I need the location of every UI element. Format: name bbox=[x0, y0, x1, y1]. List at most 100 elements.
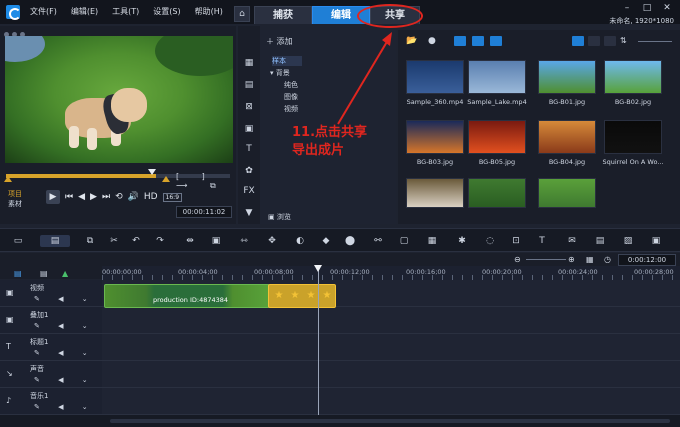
text-tool-icon[interactable]: T bbox=[536, 235, 548, 247]
media-thumb[interactable] bbox=[604, 120, 662, 154]
timeline-view-icon[interactable]: ▤ bbox=[40, 235, 70, 247]
video-clip[interactable]: production ID:4874384 bbox=[104, 284, 270, 308]
image-icon[interactable]: ▨ bbox=[622, 235, 634, 247]
clock-icon[interactable]: ◷ bbox=[604, 255, 611, 264]
fx-icon[interactable]: FX bbox=[243, 186, 255, 198]
sort-icon[interactable]: ⇅ bbox=[620, 36, 632, 46]
media-thumb[interactable] bbox=[468, 178, 526, 208]
split-screen-icon[interactable]: ▤ bbox=[594, 235, 606, 247]
menu-tools[interactable]: 工具(T) bbox=[112, 6, 139, 17]
redo-icon[interactable]: ↷ bbox=[154, 235, 166, 247]
undo-icon[interactable]: ↶ bbox=[130, 235, 142, 247]
media-thumb[interactable] bbox=[468, 60, 526, 94]
track-overlay[interactable]: ▣ 叠加1 ✎ ◀ ⌄ bbox=[0, 307, 102, 334]
tree-background[interactable]: ▾ 背景 bbox=[270, 68, 290, 78]
copy-icon[interactable]: ⧉ bbox=[84, 235, 96, 247]
motion-icon[interactable]: ✥ bbox=[266, 235, 278, 247]
tab-capture[interactable]: 捕获 bbox=[254, 6, 312, 24]
hd-label[interactable]: HD bbox=[144, 192, 158, 202]
play-icon[interactable]: ▶ bbox=[46, 190, 60, 204]
step-back-icon[interactable]: ◀ bbox=[78, 192, 85, 202]
mode-project[interactable]: 项目 bbox=[8, 189, 22, 199]
timeline-playhead[interactable] bbox=[314, 265, 322, 272]
timeline-timecode[interactable]: 0:00:12:00 bbox=[618, 254, 676, 266]
close-icon[interactable]: ✕ bbox=[660, 3, 674, 13]
zoom-out-icon[interactable]: ⊖ bbox=[514, 255, 521, 264]
paint-icon[interactable]: ✉ bbox=[566, 235, 578, 247]
thumb-size-slider[interactable] bbox=[638, 41, 672, 42]
track-controls[interactable]: ✎ ◀ ⌄ bbox=[34, 376, 96, 384]
menu-edit[interactable]: 编辑(E) bbox=[71, 6, 98, 17]
zoom-in-icon[interactable]: ⊕ bbox=[568, 255, 575, 264]
mask-icon[interactable]: ◆ bbox=[320, 235, 332, 247]
split-icon[interactable]: ⇿ bbox=[238, 235, 250, 247]
track-music[interactable]: ♪ 音乐1 ✎ ◀ ⌄ bbox=[0, 388, 102, 415]
step-forward-icon[interactable]: ▶ bbox=[90, 192, 97, 202]
add-marker-icon[interactable]: ▲ bbox=[62, 269, 68, 278]
menu-help[interactable]: 帮助(H) bbox=[195, 6, 223, 17]
tools-icon[interactable]: ✂ bbox=[108, 235, 120, 247]
overlay-icon[interactable]: ✿ bbox=[243, 166, 255, 178]
skip-start-icon[interactable]: ⏮ bbox=[65, 192, 73, 202]
instant-project-icon[interactable]: ▤ bbox=[243, 80, 255, 92]
music-lane[interactable] bbox=[102, 388, 680, 415]
filter-audio-icon[interactable] bbox=[490, 36, 502, 46]
fit-icon[interactable]: ⇹ bbox=[184, 235, 196, 247]
maximize-icon[interactable]: □ bbox=[640, 3, 654, 13]
link-icon[interactable]: ⚯ bbox=[372, 235, 384, 247]
tree-samples[interactable]: 样本 bbox=[272, 56, 302, 66]
mark-buttons[interactable]: [ ] ⟶ ⧉ bbox=[176, 172, 236, 191]
track-controls[interactable]: ✎ ◀ ⌄ bbox=[34, 295, 96, 303]
transform-icon[interactable]: ◌ bbox=[484, 235, 496, 247]
chapter-icon[interactable]: ▤ bbox=[40, 269, 48, 278]
track-controls[interactable]: ✎ ◀ ⌄ bbox=[34, 403, 96, 411]
track-manager-icon[interactable]: ▤ bbox=[14, 269, 22, 278]
crop-icon[interactable]: ▣ bbox=[210, 235, 222, 247]
ratio-box[interactable]: 16:9 bbox=[162, 192, 183, 202]
preview-playhead[interactable] bbox=[148, 169, 156, 175]
media-thumb[interactable] bbox=[468, 120, 526, 154]
media-thumb[interactable] bbox=[604, 60, 662, 94]
track-controls[interactable]: ✎ ◀ ⌄ bbox=[34, 349, 96, 357]
record-icon[interactable]: ● bbox=[428, 36, 440, 46]
add-folder-button[interactable]: ＋ 添加 bbox=[266, 36, 293, 47]
render-icon[interactable]: ▣ bbox=[650, 235, 662, 247]
mark-out-handle[interactable] bbox=[162, 176, 170, 182]
title-lane[interactable] bbox=[102, 334, 680, 361]
track-title[interactable]: T 标题1 ✎ ◀ ⌄ bbox=[0, 334, 102, 361]
media-thumb[interactable] bbox=[538, 178, 596, 208]
media-thumb[interactable] bbox=[538, 120, 596, 154]
subtitle-icon[interactable]: ▢ bbox=[398, 235, 410, 247]
color-icon[interactable]: ◐ bbox=[294, 235, 306, 247]
zoom-slider[interactable] bbox=[526, 259, 566, 260]
text-icon[interactable]: T bbox=[243, 144, 255, 156]
track-icon[interactable]: ⊡ bbox=[510, 235, 522, 247]
track-video[interactable]: ▣ 视频 ✎ ◀ ⌄ bbox=[0, 280, 102, 307]
skip-end-icon[interactable]: ⏭ bbox=[102, 192, 110, 202]
multicam-icon[interactable]: ▦ bbox=[426, 235, 438, 247]
voice-lane[interactable] bbox=[102, 361, 680, 388]
media-thumb[interactable] bbox=[406, 60, 464, 94]
timeline-ruler[interactable]: 00:00:00;00 00:00:04;00 00:00:08;00 00:00:1… bbox=[102, 266, 680, 280]
tree-video[interactable]: 视频 bbox=[284, 104, 298, 114]
minimize-icon[interactable]: – bbox=[620, 3, 634, 13]
transition-icon[interactable]: ⊠ bbox=[243, 102, 255, 114]
menu-file[interactable]: 文件(F) bbox=[30, 6, 57, 17]
fit-project-icon[interactable]: ▦ bbox=[586, 255, 594, 264]
video-lane[interactable]: production ID:4874384 ★ ★ ★ ★ bbox=[102, 280, 680, 308]
home-icon[interactable]: ⌂ bbox=[234, 6, 250, 22]
media-thumb[interactable] bbox=[406, 178, 464, 208]
volume-icon[interactable]: 🔊 bbox=[128, 192, 139, 202]
mark-in-handle[interactable] bbox=[4, 176, 12, 182]
merge-icon[interactable]: ⬤ bbox=[344, 235, 356, 247]
effects-icon[interactable]: ✱ bbox=[456, 235, 468, 247]
title-clips[interactable]: ★ ★ ★ ★ bbox=[268, 284, 336, 308]
tree-image[interactable]: 图像 bbox=[284, 92, 298, 102]
player-timecode[interactable]: 00:00:11:02 bbox=[176, 206, 232, 218]
overlay-lane[interactable] bbox=[102, 307, 680, 334]
track-controls[interactable]: ✎ ◀ ⌄ bbox=[34, 322, 96, 330]
mode-clip[interactable]: 素材 bbox=[8, 199, 22, 209]
tree-solid-color[interactable]: 纯色 bbox=[284, 80, 298, 90]
down-arrow-icon[interactable]: ▼ bbox=[243, 208, 255, 220]
list-view-icon[interactable] bbox=[572, 36, 584, 46]
